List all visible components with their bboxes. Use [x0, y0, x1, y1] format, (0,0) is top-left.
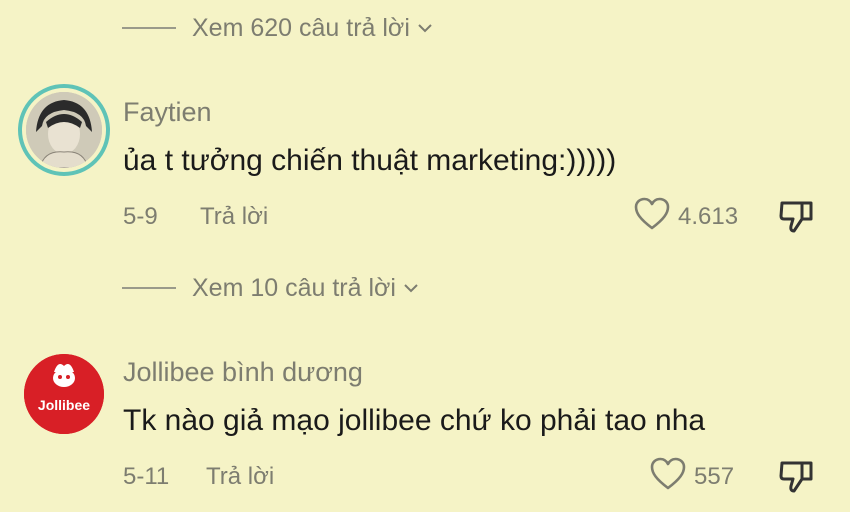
thumbs-down-icon[interactable]: [778, 199, 816, 240]
like-button[interactable]: 557: [650, 457, 734, 496]
like-count: 4.613: [678, 202, 739, 230]
comment-date: 5-11: [123, 463, 170, 490]
avatar[interactable]: Jollibee: [24, 354, 104, 434]
chevron-down-icon: [416, 19, 434, 37]
comment-username[interactable]: Faytien: [123, 97, 212, 128]
like-count: 557: [694, 462, 735, 490]
like-button[interactable]: 4.613: [634, 197, 738, 236]
jollibee-logo: Jollibee: [24, 354, 104, 434]
avatar[interactable]: [18, 84, 110, 176]
comment-username[interactable]: Jollibee bình dương: [123, 357, 363, 388]
thumbs-down-icon[interactable]: [778, 459, 816, 500]
comment-date: 5-9: [123, 203, 158, 230]
svg-text:Jollibee: Jollibee: [38, 397, 90, 413]
view-replies-toggle[interactable]: Xem 10 câu trả lời: [122, 268, 420, 308]
chevron-down-icon: [402, 279, 420, 297]
view-replies-label: Xem 620 câu trả lời: [192, 13, 410, 42]
heart-icon: [650, 457, 686, 496]
view-replies-toggle-top[interactable]: Xem 620 câu trả lời: [122, 8, 434, 48]
avatar-image: [26, 92, 102, 168]
view-replies-label: Xem 10 câu trả lời: [192, 273, 396, 302]
reply-button[interactable]: Trả lời: [206, 463, 274, 491]
comment-text: Tk nào giả mạo jollibee chứ ko phải tao …: [123, 404, 706, 437]
divider-line: [122, 27, 176, 29]
heart-icon: [634, 197, 670, 236]
reply-button[interactable]: Trả lời: [200, 203, 268, 231]
comment-text: ủa t tưởng chiến thuật marketing:))))): [123, 144, 617, 177]
divider-line: [122, 287, 176, 289]
